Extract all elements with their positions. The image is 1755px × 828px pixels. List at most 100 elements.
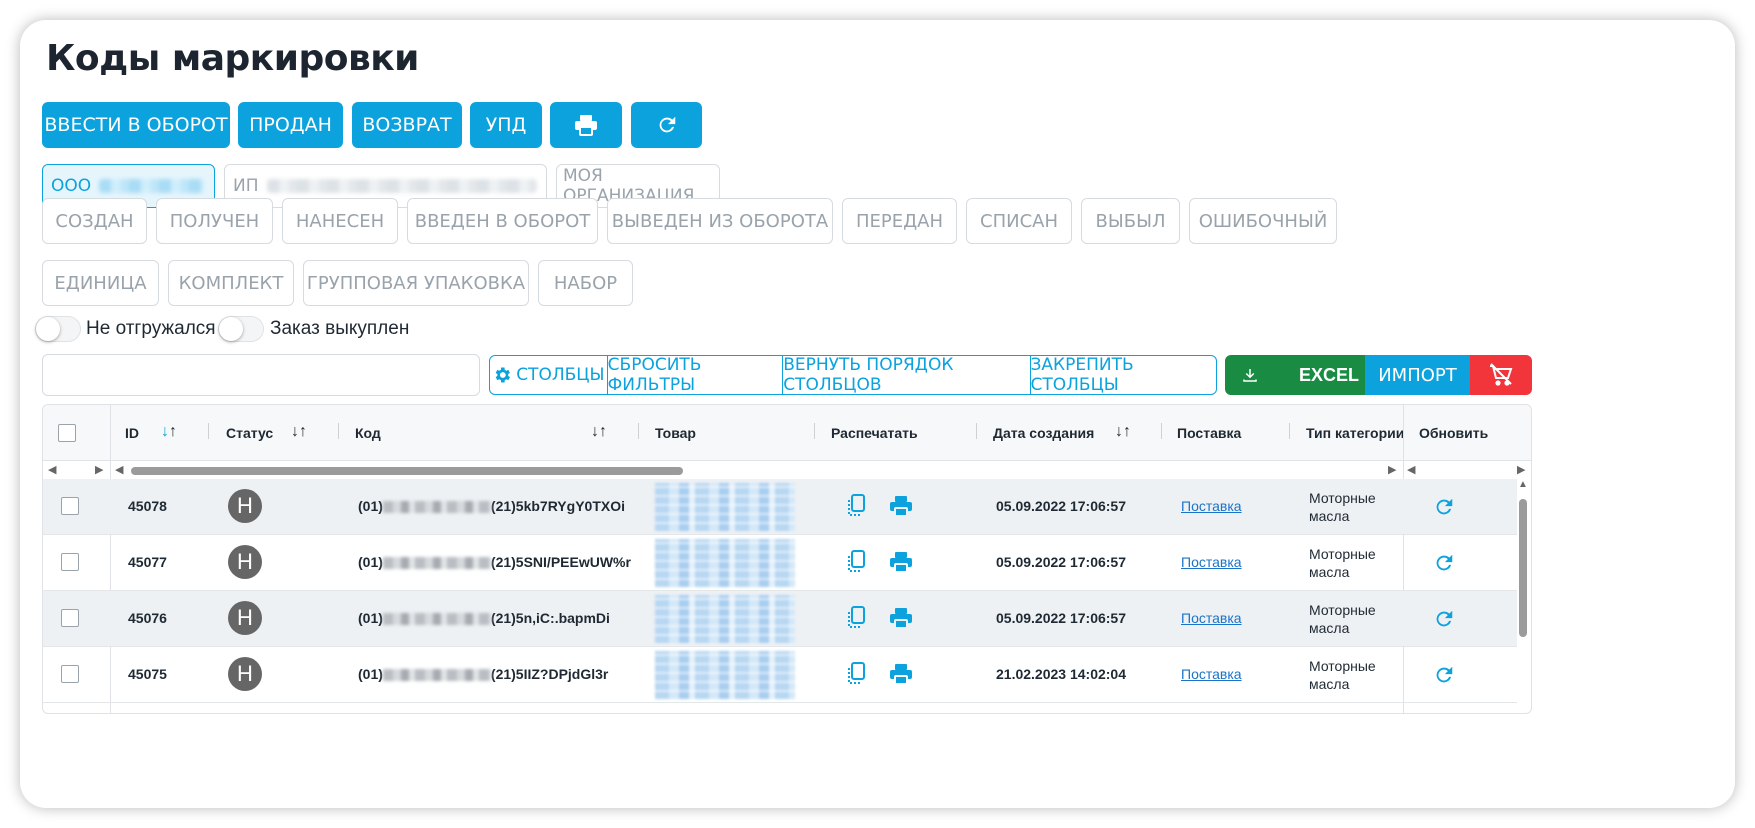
filter-out-of-circulation[interactable]: ВЫВЕДЕН ИЗ ОБОРОТА (607, 198, 833, 244)
horizontal-scroll-thumb[interactable] (131, 467, 683, 475)
sort-status[interactable]: ↓↑ (291, 423, 307, 441)
column-header-status[interactable]: Статус (226, 425, 273, 441)
row-id: 45076 (128, 610, 167, 626)
product-link[interactable] (655, 595, 795, 643)
download-icon (1243, 369, 1257, 382)
column-header-product[interactable]: Товар (655, 425, 696, 441)
refresh-icon (659, 116, 675, 133)
supply-link[interactable]: Поставка (1181, 610, 1242, 626)
printer-icon[interactable] (889, 494, 913, 518)
created-date: 21.02.2023 14:02:04 (996, 666, 1126, 682)
scroll-right-icon[interactable]: ▶ (1388, 463, 1396, 476)
created-date: 05.09.2022 17:06:57 (996, 498, 1126, 514)
filter-retired[interactable]: ВЫБЫЛ (1081, 198, 1180, 244)
column-header-supply[interactable]: Поставка (1177, 425, 1241, 441)
table-row[interactable]: 45077 Н (01) (21)5SNI/PEEwUW%r 05.09.2022… (43, 535, 1517, 591)
search-input[interactable] (42, 354, 480, 396)
select-all-checkbox[interactable] (58, 424, 76, 442)
filter-received[interactable]: ПОЛУЧЕН (156, 198, 273, 244)
refresh-icon[interactable] (1433, 496, 1455, 518)
not-shipped-toggle[interactable] (35, 316, 81, 342)
printer-icon (575, 115, 597, 136)
copy-icon[interactable] (845, 661, 867, 687)
product-link[interactable] (655, 539, 795, 587)
filter-group-package[interactable]: ГРУППОВАЯ УПАКОВКА (303, 260, 529, 306)
copy-icon[interactable] (845, 549, 867, 575)
enter-circulation-button[interactable]: ВВЕСТИ В ОБОРОТ (42, 102, 230, 148)
row-code: (01) (21)5n,iC:.bapmDi (358, 610, 610, 626)
column-header-category-type[interactable]: Тип категории (1306, 425, 1404, 441)
category-type: Моторные масла (1309, 490, 1376, 524)
column-header-refresh[interactable]: Обновить (1419, 425, 1488, 441)
restore-column-order-button[interactable]: ВЕРНУТЬ ПОРЯДОК СТОЛБЦОВ (783, 355, 1031, 395)
table-row[interactable]: 45076 Н (01) (21)5n,iC:.bapmDi 05.09.2022… (43, 591, 1517, 647)
column-header-created-date[interactable]: Дата создания (993, 425, 1094, 441)
order-redeemed-toggle[interactable] (218, 316, 264, 342)
row-checkbox[interactable] (61, 665, 79, 683)
refresh-icon[interactable] (1433, 552, 1455, 574)
copy-icon[interactable] (845, 493, 867, 519)
product-link[interactable] (655, 483, 795, 531)
sort-id[interactable]: ↓↑ (161, 423, 177, 441)
column-header-code[interactable]: Код (355, 425, 381, 441)
printer-icon[interactable] (889, 550, 913, 574)
supply-link[interactable]: Поставка (1181, 666, 1242, 682)
excel-export-button[interactable]: EXCEL (1225, 355, 1365, 395)
scroll-right-icon[interactable]: ▶ (1517, 463, 1525, 476)
copy-icon[interactable] (845, 605, 867, 631)
row-id: 45075 (128, 666, 167, 682)
columns-button[interactable]: СТОЛБЦЫ (490, 356, 608, 394)
import-button[interactable]: ИМПОРТ (1365, 355, 1470, 395)
scroll-left-icon[interactable]: ◀ (115, 463, 123, 476)
cart-remove-icon (1490, 363, 1513, 386)
sort-created-date[interactable]: ↓↑ (1115, 423, 1131, 441)
product-link[interactable] (655, 651, 795, 699)
refresh-icon[interactable] (1433, 608, 1455, 630)
filter-set[interactable]: НАБОР (538, 260, 633, 306)
codes-table: ID ↓↑ Статус ↓↑ Код ↓↑ Товар Распечатать… (42, 404, 1532, 714)
column-header-id[interactable]: ID (125, 425, 139, 441)
supply-link[interactable]: Поставка (1181, 554, 1242, 570)
printer-icon[interactable] (889, 606, 913, 630)
filter-erroneous[interactable]: ОШИБОЧНЫЙ (1189, 198, 1337, 244)
table-row[interactable]: 45075 Н (01) (21)5IIZ?DPjdGl3r 21.02.2023… (43, 647, 1517, 703)
pin-columns-button[interactable]: ЗАКРЕПИТЬ СТОЛБЦЫ (1031, 355, 1216, 395)
reset-filters-button[interactable]: СБРОСИТЬ ФИЛЬТРЫ (608, 355, 784, 395)
row-checkbox[interactable] (61, 609, 79, 627)
return-button[interactable]: ВОЗВРАТ (352, 102, 462, 148)
main-card: Коды маркировки ВВЕСТИ В ОБОРОТ ПРОДАН В… (20, 20, 1735, 808)
filter-unit[interactable]: ЕДИНИЦА (42, 260, 159, 306)
scroll-left-icon[interactable]: ◀ (1407, 463, 1415, 476)
upd-button[interactable]: УПД (470, 102, 542, 148)
scroll-up-icon[interactable]: ▲ (1518, 479, 1528, 490)
refresh-button[interactable] (631, 102, 702, 148)
column-header-print[interactable]: Распечатать (831, 425, 918, 441)
table-row[interactable]: 45078 Н (01) (21)5kb7RYgY0TXOi 05.09.2022… (43, 479, 1517, 535)
filter-transferred[interactable]: ПЕРЕДАН (842, 198, 957, 244)
table-header: ID ↓↑ Статус ↓↑ Код ↓↑ Товар Распечатать… (43, 405, 1531, 461)
filter-kit[interactable]: КОМПЛЕКТ (168, 260, 294, 306)
row-checkbox[interactable] (61, 553, 79, 571)
category-type: Моторные масла (1309, 658, 1376, 692)
filter-written-off[interactable]: СПИСАН (966, 198, 1072, 244)
print-button[interactable] (550, 102, 622, 148)
horizontal-scrollbar[interactable]: ◀ ▶ ◀ ▶ ◀ ▶ (43, 463, 1531, 477)
supply-link[interactable]: Поставка (1181, 498, 1242, 514)
scroll-right-icon[interactable]: ▶ (95, 463, 103, 476)
row-code: (01) (21)5IIZ?DPjdGl3r (358, 666, 609, 682)
table-toolbar: СТОЛБЦЫ СБРОСИТЬ ФИЛЬТРЫ ВЕРНУТЬ ПОРЯДОК… (489, 355, 1217, 395)
clear-cart-button[interactable] (1470, 355, 1532, 395)
sold-button[interactable]: ПРОДАН (238, 102, 343, 148)
printer-icon[interactable] (889, 662, 913, 686)
sort-code[interactable]: ↓↑ (591, 423, 607, 441)
filter-applied[interactable]: НАНЕСЕН (282, 198, 398, 244)
vertical-scrollbar[interactable]: ▲ (1515, 477, 1531, 713)
columns-label: СТОЛБЦЫ (516, 365, 605, 385)
refresh-icon[interactable] (1433, 664, 1455, 686)
vertical-scroll-thumb[interactable] (1519, 499, 1527, 637)
filter-created[interactable]: СОЗДАН (42, 198, 147, 244)
scroll-left-icon[interactable]: ◀ (48, 463, 56, 476)
page-title: Коды маркировки (46, 38, 419, 79)
row-checkbox[interactable] (61, 497, 79, 515)
filter-in-circulation[interactable]: ВВЕДЕН В ОБОРОТ (407, 198, 598, 244)
